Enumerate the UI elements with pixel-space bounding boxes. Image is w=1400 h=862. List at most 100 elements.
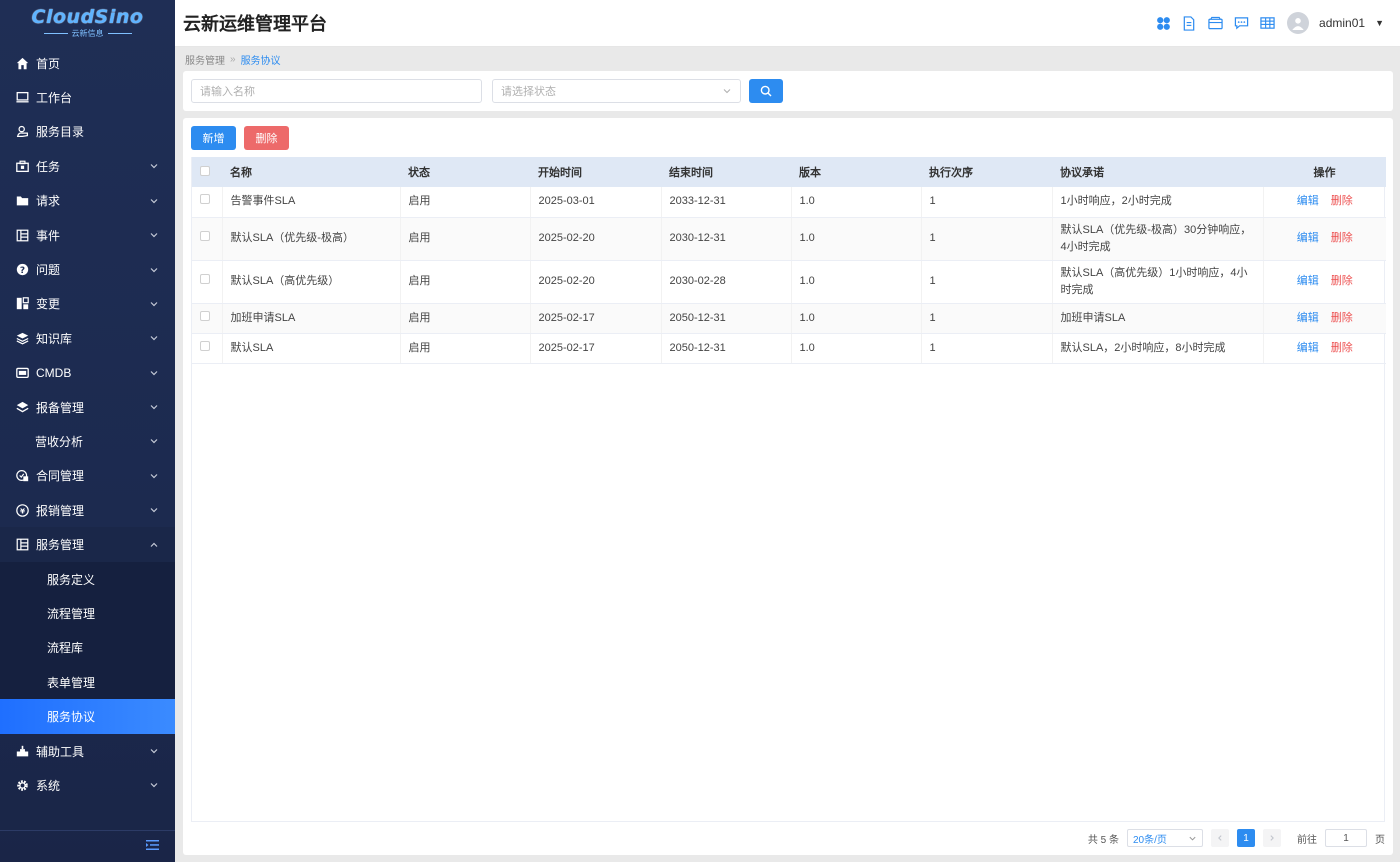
avatar[interactable] <box>1287 12 1310 34</box>
sidebar-item-change[interactable]: 变更 <box>0 287 175 321</box>
sidebar-item-service-directory[interactable]: 服务目录 <box>0 115 175 149</box>
column-header-start-time: 开始时间 <box>538 167 582 179</box>
delete-button[interactable]: 删除 <box>244 126 289 150</box>
tools-icon <box>16 745 29 758</box>
cell-status: 启用 <box>400 303 531 334</box>
pagination: 共 5 条 20条/页 1 前往 1 页 <box>1088 829 1393 847</box>
delete-link[interactable]: 删除 <box>1331 230 1353 247</box>
chevron-down-icon <box>150 508 158 513</box>
page-size-select[interactable]: 20条/页 <box>1127 829 1203 847</box>
prev-page-button[interactable] <box>1211 829 1229 847</box>
gear-icon <box>16 779 29 792</box>
row-checkbox[interactable] <box>200 340 210 351</box>
status-select[interactable]: 请选择状态 <box>492 79 741 103</box>
top-header: 云新运维管理平台 admin01 ▼ <box>175 0 1400 47</box>
wallet-icon[interactable] <box>1207 15 1223 31</box>
sidebar-item-tools[interactable]: 辅助工具 <box>0 734 175 768</box>
search-icon <box>760 85 772 97</box>
row-checkbox[interactable] <box>200 231 210 241</box>
document-icon[interactable] <box>1181 15 1197 31</box>
table-row: 告警事件SLA 启用 2025-03-01 2033-12-31 1.0 1 1… <box>192 187 1386 218</box>
row-checkbox[interactable] <box>200 274 210 284</box>
task-icon <box>16 160 29 173</box>
goto-page-input[interactable]: 1 <box>1325 829 1367 847</box>
edit-link[interactable]: 编辑 <box>1297 273 1319 290</box>
logo: CloudSino 云新信息 <box>0 0 175 46</box>
monitor-icon <box>16 91 29 104</box>
sidebar-item-cmdb[interactable]: CMDB <box>0 356 175 390</box>
delete-link[interactable]: 删除 <box>1331 310 1353 327</box>
submenu-item-service-agreement[interactable]: 服务协议 <box>0 699 175 734</box>
edit-link[interactable]: 编辑 <box>1297 193 1319 210</box>
sidebar-item-event[interactable]: 事件 <box>0 218 175 252</box>
service-management-submenu: 服务定义 流程管理 流程库 表单管理 服务协议 <box>0 561 175 734</box>
page-size-value: 20条/页 <box>1133 834 1167 846</box>
sidebar-item-home[interactable]: 首页 <box>0 46 175 80</box>
submenu-item-process-management[interactable]: 流程管理 <box>0 596 175 630</box>
app-title: 云新运维管理平台 <box>183 14 327 34</box>
sidebar-item-contract-management[interactable]: 合同管理 <box>0 459 175 493</box>
cell-order: 1 <box>921 333 1053 364</box>
sidebar-item-task[interactable]: 任务 <box>0 149 175 183</box>
search-button[interactable] <box>749 79 783 103</box>
sidebar-item-reimbursement[interactable]: ¥ 报销管理 <box>0 493 175 527</box>
message-icon[interactable] <box>1233 15 1249 31</box>
home-icon <box>16 57 29 70</box>
collapse-menu-icon[interactable] <box>146 839 159 854</box>
sidebar-item-request[interactable]: 请求 <box>0 184 175 218</box>
column-header-version: 版本 <box>799 167 821 179</box>
caret-down-icon[interactable]: ▼ <box>1375 18 1384 28</box>
chevron-down-icon <box>150 405 158 410</box>
add-button[interactable]: 新增 <box>191 126 236 150</box>
chevron-down-icon <box>150 336 158 341</box>
table-icon[interactable] <box>1259 15 1275 31</box>
chevron-down-icon <box>150 783 158 788</box>
select-all-checkbox[interactable] <box>200 165 210 176</box>
service-directory-icon <box>16 125 29 138</box>
chevron-down-icon <box>150 473 158 479</box>
username[interactable]: admin01 <box>1319 16 1365 30</box>
sidebar-item-revenue-analysis[interactable]: 营收分析 <box>0 424 175 458</box>
layers-icon <box>16 332 29 345</box>
submenu-item-form-management[interactable]: 表单管理 <box>0 665 175 699</box>
edit-link[interactable]: 编辑 <box>1297 230 1319 247</box>
submenu-item-service-definition[interactable]: 服务定义 <box>0 562 175 596</box>
apps-icon[interactable] <box>1155 15 1171 31</box>
sidebar-item-problem[interactable]: ? 问题 <box>0 252 175 286</box>
next-page-button[interactable] <box>1263 829 1281 847</box>
name-search-input[interactable]: 请输入名称 <box>191 79 482 103</box>
row-checkbox[interactable] <box>200 310 210 321</box>
current-page[interactable]: 1 <box>1237 829 1255 847</box>
sidebar-item-system[interactable]: 系统 <box>0 768 175 802</box>
chevron-down-icon <box>150 198 158 204</box>
submenu-item-process-library[interactable]: 流程库 <box>0 631 175 665</box>
row-checkbox[interactable] <box>200 194 210 205</box>
cell-version: 1.0 <box>791 303 922 334</box>
chevron-down-icon <box>150 370 158 376</box>
logo-wordmark: CloudSino <box>31 6 144 28</box>
table-row: 默认SLA（高优先级） 启用 2025-02-20 2030-02-28 1.0… <box>192 260 1386 304</box>
delete-link[interactable]: 删除 <box>1331 193 1353 210</box>
cell-order: 1 <box>921 303 1053 334</box>
goto-label: 前往 <box>1297 834 1317 846</box>
question-icon: ? <box>16 263 29 276</box>
edit-link[interactable]: 编辑 <box>1297 340 1319 357</box>
chevron-down-icon <box>1189 836 1196 841</box>
sidebar-item-workbench[interactable]: 工作台 <box>0 80 175 114</box>
sidebar-item-filing-management[interactable]: 报备管理 <box>0 390 175 424</box>
cell-promise: 1小时响应，2小时完成 <box>1052 187 1264 218</box>
chevron-right-icon <box>1270 835 1274 841</box>
breadcrumb-separator: » <box>230 53 236 65</box>
column-header-promise: 协议承诺 <box>1060 167 1104 179</box>
page-suffix: 页 <box>1375 834 1385 846</box>
delete-link[interactable]: 删除 <box>1331 273 1353 290</box>
sidebar-item-knowledge-base[interactable]: 知识库 <box>0 321 175 355</box>
name-search-placeholder: 请输入名称 <box>200 86 255 98</box>
delete-link[interactable]: 删除 <box>1331 340 1353 357</box>
cell-name: 告警事件SLA <box>222 187 401 218</box>
sidebar-item-service-management[interactable]: 服务管理 <box>0 527 175 562</box>
edit-link[interactable]: 编辑 <box>1297 310 1319 327</box>
breadcrumb-parent[interactable]: 服务管理 <box>185 52 225 67</box>
stack-icon <box>16 401 29 414</box>
chevron-left-icon <box>1218 835 1222 841</box>
